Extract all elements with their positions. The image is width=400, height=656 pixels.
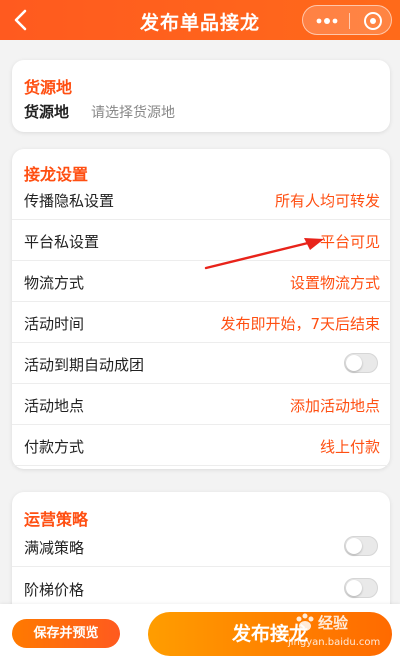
toggle-knob xyxy=(346,355,362,371)
target-circle-icon[interactable] xyxy=(363,11,383,31)
watermark-brand: 经验 xyxy=(318,614,349,632)
annotation-arrow xyxy=(204,238,324,270)
activity-location-row[interactable]: 活动地点 添加活动地点 xyxy=(12,384,390,425)
row-label: 物流方式 xyxy=(24,274,85,292)
row-value[interactable]: 所有人均可转发 xyxy=(275,190,380,211)
row-label: 平台私设置 xyxy=(24,233,100,251)
origin-card: 货源地 货源地 请选择货源地 xyxy=(12,60,390,132)
activity-time-row[interactable]: 活动时间 发布即开始，7天后结束 xyxy=(12,302,390,343)
row-label: 付款方式 xyxy=(24,438,85,456)
tier-price-toggle[interactable] xyxy=(344,578,378,598)
row-value[interactable]: 线上付款 xyxy=(320,436,380,457)
ops-card: 运营策略 满减策略 阶梯价格 xyxy=(12,492,390,622)
capsule-divider xyxy=(349,13,350,29)
row-label: 阶梯价格 xyxy=(24,581,85,599)
discount-toggle[interactable] xyxy=(344,536,378,556)
origin-field-label: 货源地 xyxy=(24,103,70,121)
more-dots-icon[interactable] xyxy=(315,12,339,30)
origin-card-title: 货源地 xyxy=(24,78,73,97)
tier-price-row: 阶梯价格 xyxy=(12,568,390,609)
watermark-url: jingyan.baidu.com xyxy=(288,637,381,648)
payment-row[interactable]: 付款方式 线上付款 xyxy=(12,425,390,466)
row-label: 满减策略 xyxy=(24,539,85,557)
row-label: 活动地点 xyxy=(24,397,85,415)
row-label: 传播隐私设置 xyxy=(24,192,115,210)
watermark: 经验 jingyan.baidu.com xyxy=(288,612,398,652)
save-preview-button[interactable]: 保存并预览 xyxy=(12,619,120,648)
header-bar: 发布单品接龙 xyxy=(0,0,400,40)
auto-group-row: 活动到期自动成团 xyxy=(12,343,390,384)
auto-group-toggle[interactable] xyxy=(344,353,378,373)
row-value[interactable]: 添加活动地点 xyxy=(290,395,380,416)
mini-program-capsule xyxy=(302,5,392,35)
settings-card: 接龙设置 传播隐私设置 所有人均可转发 平台私设置 平台可见 物流方式 设置物流… xyxy=(12,149,390,469)
row-label: 活动到期自动成团 xyxy=(24,356,145,374)
privacy-row[interactable]: 传播隐私设置 所有人均可转发 xyxy=(12,179,390,220)
row-label: 活动时间 xyxy=(24,315,85,333)
row-value[interactable]: 设置物流方式 xyxy=(290,272,380,293)
toggle-knob xyxy=(346,580,362,596)
toggle-knob xyxy=(346,538,362,554)
origin-select[interactable]: 请选择货源地 xyxy=(91,102,175,122)
row-value[interactable]: 发布即开始，7天后结束 xyxy=(220,313,380,334)
paw-icon xyxy=(296,613,314,631)
discount-row: 满减策略 xyxy=(12,526,390,567)
